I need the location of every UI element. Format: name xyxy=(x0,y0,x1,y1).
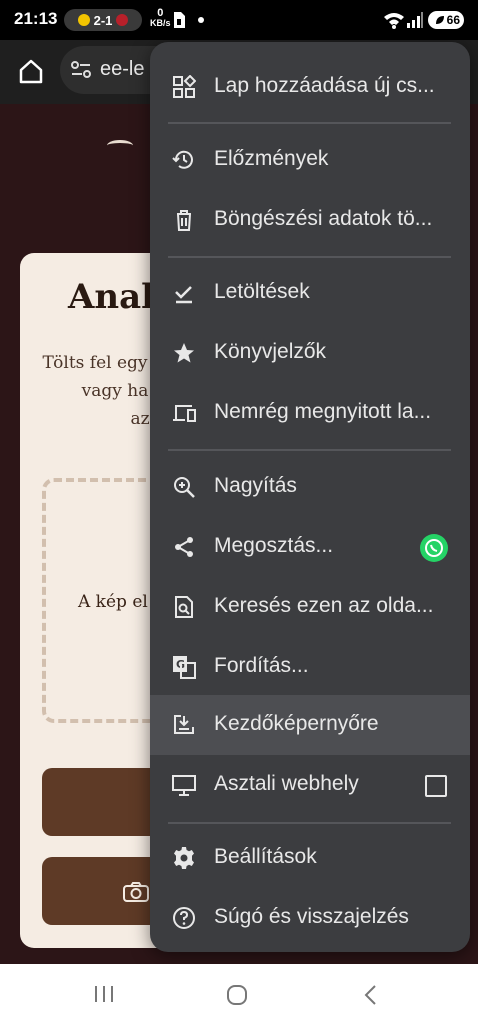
menu-divider xyxy=(168,122,451,124)
network-speed-value: 0 xyxy=(157,7,164,19)
add-to-group-icon xyxy=(173,75,196,98)
menu-item-clear-browsing-data[interactable]: Böngészési adatok tö... xyxy=(150,190,470,250)
menu-item-label: Kezdőképernyőre xyxy=(214,712,379,735)
desktop-icon xyxy=(172,775,196,796)
dropzone-text: A kép el xyxy=(78,592,148,612)
menu-item-label: Súgó és visszajelzés xyxy=(214,905,409,928)
menu-item-downloads[interactable]: Letöltések xyxy=(150,263,470,323)
home-icon[interactable] xyxy=(14,54,48,88)
dot-icon xyxy=(198,17,204,23)
find-in-page-icon xyxy=(175,596,193,618)
desc-line: Tölts fel egy xyxy=(42,353,148,373)
menu-item-share[interactable]: Megosztás... xyxy=(150,517,470,577)
settings-icon xyxy=(174,847,194,869)
page-description: Tölts fel egy vagy ha az xyxy=(20,349,170,433)
menu-item-label: Beállítások xyxy=(214,845,317,868)
team-crest-icon xyxy=(116,14,129,26)
menu-divider xyxy=(168,256,451,258)
add-to-home-icon xyxy=(174,715,194,734)
status-bar: 21:13 2-1 0 KB/s 66 xyxy=(0,0,478,40)
menu-item-bookmarks[interactable]: Könyvjelzők xyxy=(150,323,470,383)
menu-item-label: Előzmények xyxy=(214,147,329,170)
menu-item-help[interactable]: Súgó és visszajelzés xyxy=(150,888,470,948)
system-nav-bar xyxy=(0,964,478,1024)
menu-item-label: Megosztás... xyxy=(214,534,334,557)
menu-item-translate[interactable]: G Fordítás... xyxy=(150,637,470,697)
page-title: Anal xyxy=(68,277,155,317)
menu-item-settings[interactable]: Beállítások xyxy=(150,828,470,888)
desc-line: vagy ha xyxy=(81,381,149,401)
network-speed: 0 KB/s xyxy=(150,7,171,29)
download-done-icon xyxy=(175,286,192,304)
menu-item-add-to-group[interactable]: Lap hozzáadása új cs... xyxy=(150,57,470,117)
menu-item-label: Könyvjelzők xyxy=(214,340,327,363)
menu-item-recent-tabs[interactable]: Nemrég megnyitott la... xyxy=(150,383,470,443)
whatsapp-share-icon[interactable] xyxy=(420,534,448,562)
home-nav-icon[interactable] xyxy=(226,984,248,1006)
network-speed-unit: KB/s xyxy=(150,18,171,28)
help-icon xyxy=(173,907,195,929)
signal-icon xyxy=(407,12,423,28)
menu-item-label: Lap hozzáadása új cs... xyxy=(214,74,435,97)
clock: 21:13 xyxy=(14,9,58,28)
history-icon xyxy=(172,150,193,169)
menu-divider xyxy=(168,449,451,451)
score-text: 2-1 xyxy=(93,12,113,28)
menu-item-label: Keresés ezen az olda... xyxy=(214,594,434,617)
site-settings-icon[interactable] xyxy=(70,60,92,80)
battery-indicator: 66 xyxy=(428,11,464,29)
leaf-icon xyxy=(435,16,444,24)
menu-item-label: Asztali webhely xyxy=(214,772,359,795)
loading-spinner-icon xyxy=(107,140,133,151)
battery-level: 66 xyxy=(446,13,460,27)
back-icon[interactable] xyxy=(362,984,378,1006)
menu-item-label: Letöltések xyxy=(214,280,310,303)
devices-icon xyxy=(173,405,196,422)
desc-line: az xyxy=(130,409,150,429)
camera-icon xyxy=(123,882,149,902)
menu-item-label: Fordítás... xyxy=(214,654,309,677)
menu-item-add-to-home-screen[interactable]: Kezdőképernyőre xyxy=(150,695,470,755)
share-icon xyxy=(175,537,193,557)
menu-item-find-in-page[interactable]: Keresés ezen az olda... xyxy=(150,577,470,637)
menu-item-label: Nemrég megnyitott la... xyxy=(214,400,432,423)
translate-icon: G xyxy=(173,656,196,679)
star-icon xyxy=(174,343,194,363)
menu-divider xyxy=(168,822,451,824)
recent-apps-icon[interactable] xyxy=(92,984,116,1004)
team-crest-icon xyxy=(77,14,90,26)
zoom-icon xyxy=(174,477,195,498)
menu-item-desktop-site[interactable]: Asztali webhely xyxy=(150,755,470,815)
menu-item-label: Böngészési adatok tö... xyxy=(214,207,433,230)
desktop-site-checkbox[interactable] xyxy=(425,775,447,797)
sim-card-icon xyxy=(174,12,185,28)
menu-item-zoom[interactable]: Nagyítás xyxy=(150,457,470,517)
menu-item-history[interactable]: Előzmények xyxy=(150,130,470,190)
phone-icon xyxy=(425,539,443,557)
trash-icon xyxy=(177,210,191,231)
wifi-icon xyxy=(384,13,404,29)
overflow-menu: Lap hozzáadása új cs... Előzmények Böngé… xyxy=(150,42,470,952)
menu-item-label: Nagyítás xyxy=(214,474,297,497)
url-text: ee-le xyxy=(100,58,145,80)
live-score-badge[interactable]: 2-1 xyxy=(64,9,142,31)
